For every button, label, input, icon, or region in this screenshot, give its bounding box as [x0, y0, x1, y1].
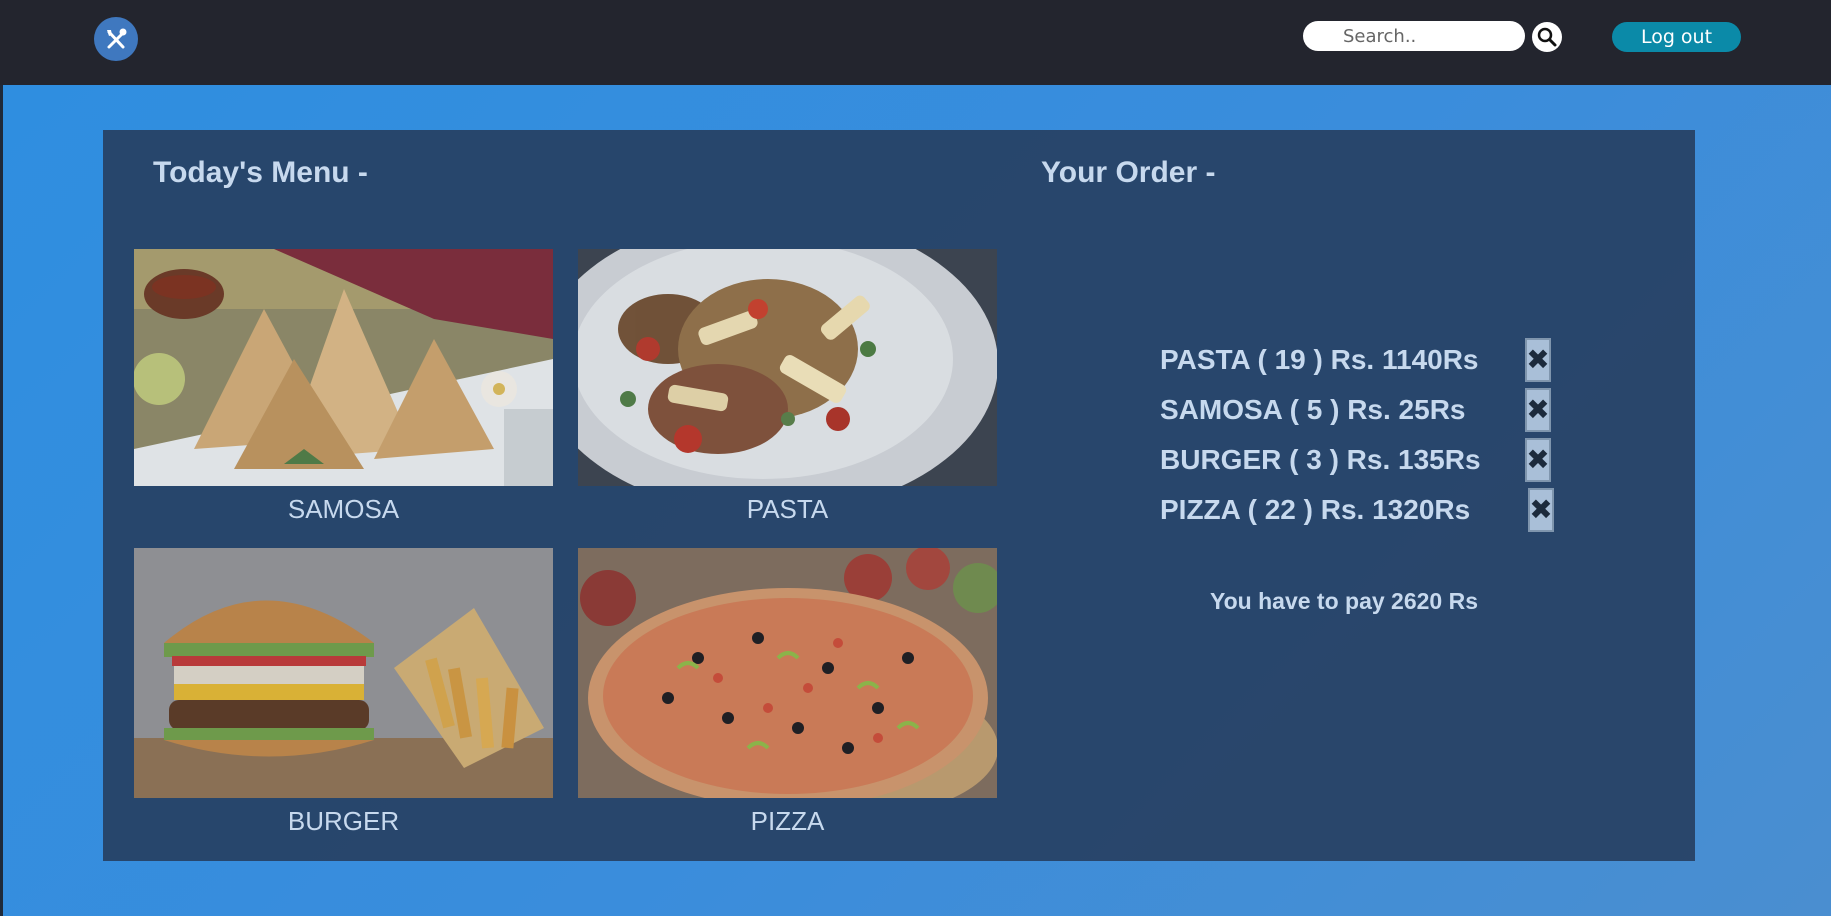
menu-title: Today's Menu -: [153, 156, 368, 189]
order-row-text: PASTA ( 19 ) Rs. 1140Rs: [1160, 344, 1479, 375]
menu-item-label: PASTA: [746, 494, 829, 524]
pizza-image[interactable]: [578, 548, 997, 798]
page-left-edge: [0, 85, 3, 916]
search-icon: [1537, 27, 1557, 47]
order-title: Your Order -: [1041, 156, 1216, 189]
burger-image[interactable]: [134, 548, 553, 798]
menu-item-burger[interactable]: BURGER: [134, 548, 553, 837]
restaurant-logo-icon[interactable]: [94, 17, 138, 61]
search-button[interactable]: [1532, 22, 1562, 52]
order-row-text: BURGER ( 3 ) Rs. 135Rs: [1160, 444, 1481, 475]
close-icon: ✖: [1526, 443, 1550, 476]
search-input[interactable]: [1303, 21, 1525, 51]
order-list: PASTA ( 19 ) Rs. 1140Rs ✖ SAMOSA ( 5 ) R…: [1160, 335, 1554, 535]
remove-item-button[interactable]: ✖: [1525, 438, 1551, 482]
remove-item-button[interactable]: ✖: [1525, 388, 1551, 432]
order-row: SAMOSA ( 5 ) Rs. 25Rs ✖: [1160, 385, 1554, 435]
main-panel: Today's Menu - Your Order - SAMOSA PASTA…: [103, 130, 1695, 861]
samosa-image[interactable]: [134, 249, 553, 486]
close-icon: ✖: [1529, 493, 1553, 526]
order-row: PIZZA ( 22 ) Rs. 1320Rs ✖: [1160, 485, 1554, 535]
menu-item-pizza[interactable]: PIZZA: [578, 548, 997, 837]
logout-button[interactable]: Log out: [1612, 22, 1741, 52]
menu-item-label: BURGER: [287, 806, 400, 836]
remove-item-button[interactable]: ✖: [1525, 338, 1551, 382]
order-total: You have to pay 2620 Rs: [1210, 588, 1479, 614]
menu-item-samosa[interactable]: SAMOSA: [134, 249, 553, 525]
order-row-text: SAMOSA ( 5 ) Rs. 25Rs: [1160, 394, 1466, 425]
close-icon: ✖: [1526, 343, 1550, 376]
order-row: PASTA ( 19 ) Rs. 1140Rs ✖: [1160, 335, 1554, 385]
top-navbar: Log out: [0, 0, 1831, 85]
menu-item-label: SAMOSA: [287, 494, 400, 524]
menu-item-pasta[interactable]: PASTA: [578, 249, 997, 525]
remove-item-button[interactable]: ✖: [1528, 488, 1554, 532]
order-row: BURGER ( 3 ) Rs. 135Rs ✖: [1160, 435, 1554, 485]
close-icon: ✖: [1526, 393, 1550, 426]
pasta-image[interactable]: [578, 249, 997, 486]
order-row-text: PIZZA ( 22 ) Rs. 1320Rs: [1160, 494, 1471, 525]
menu-item-label: PIZZA: [750, 806, 825, 836]
